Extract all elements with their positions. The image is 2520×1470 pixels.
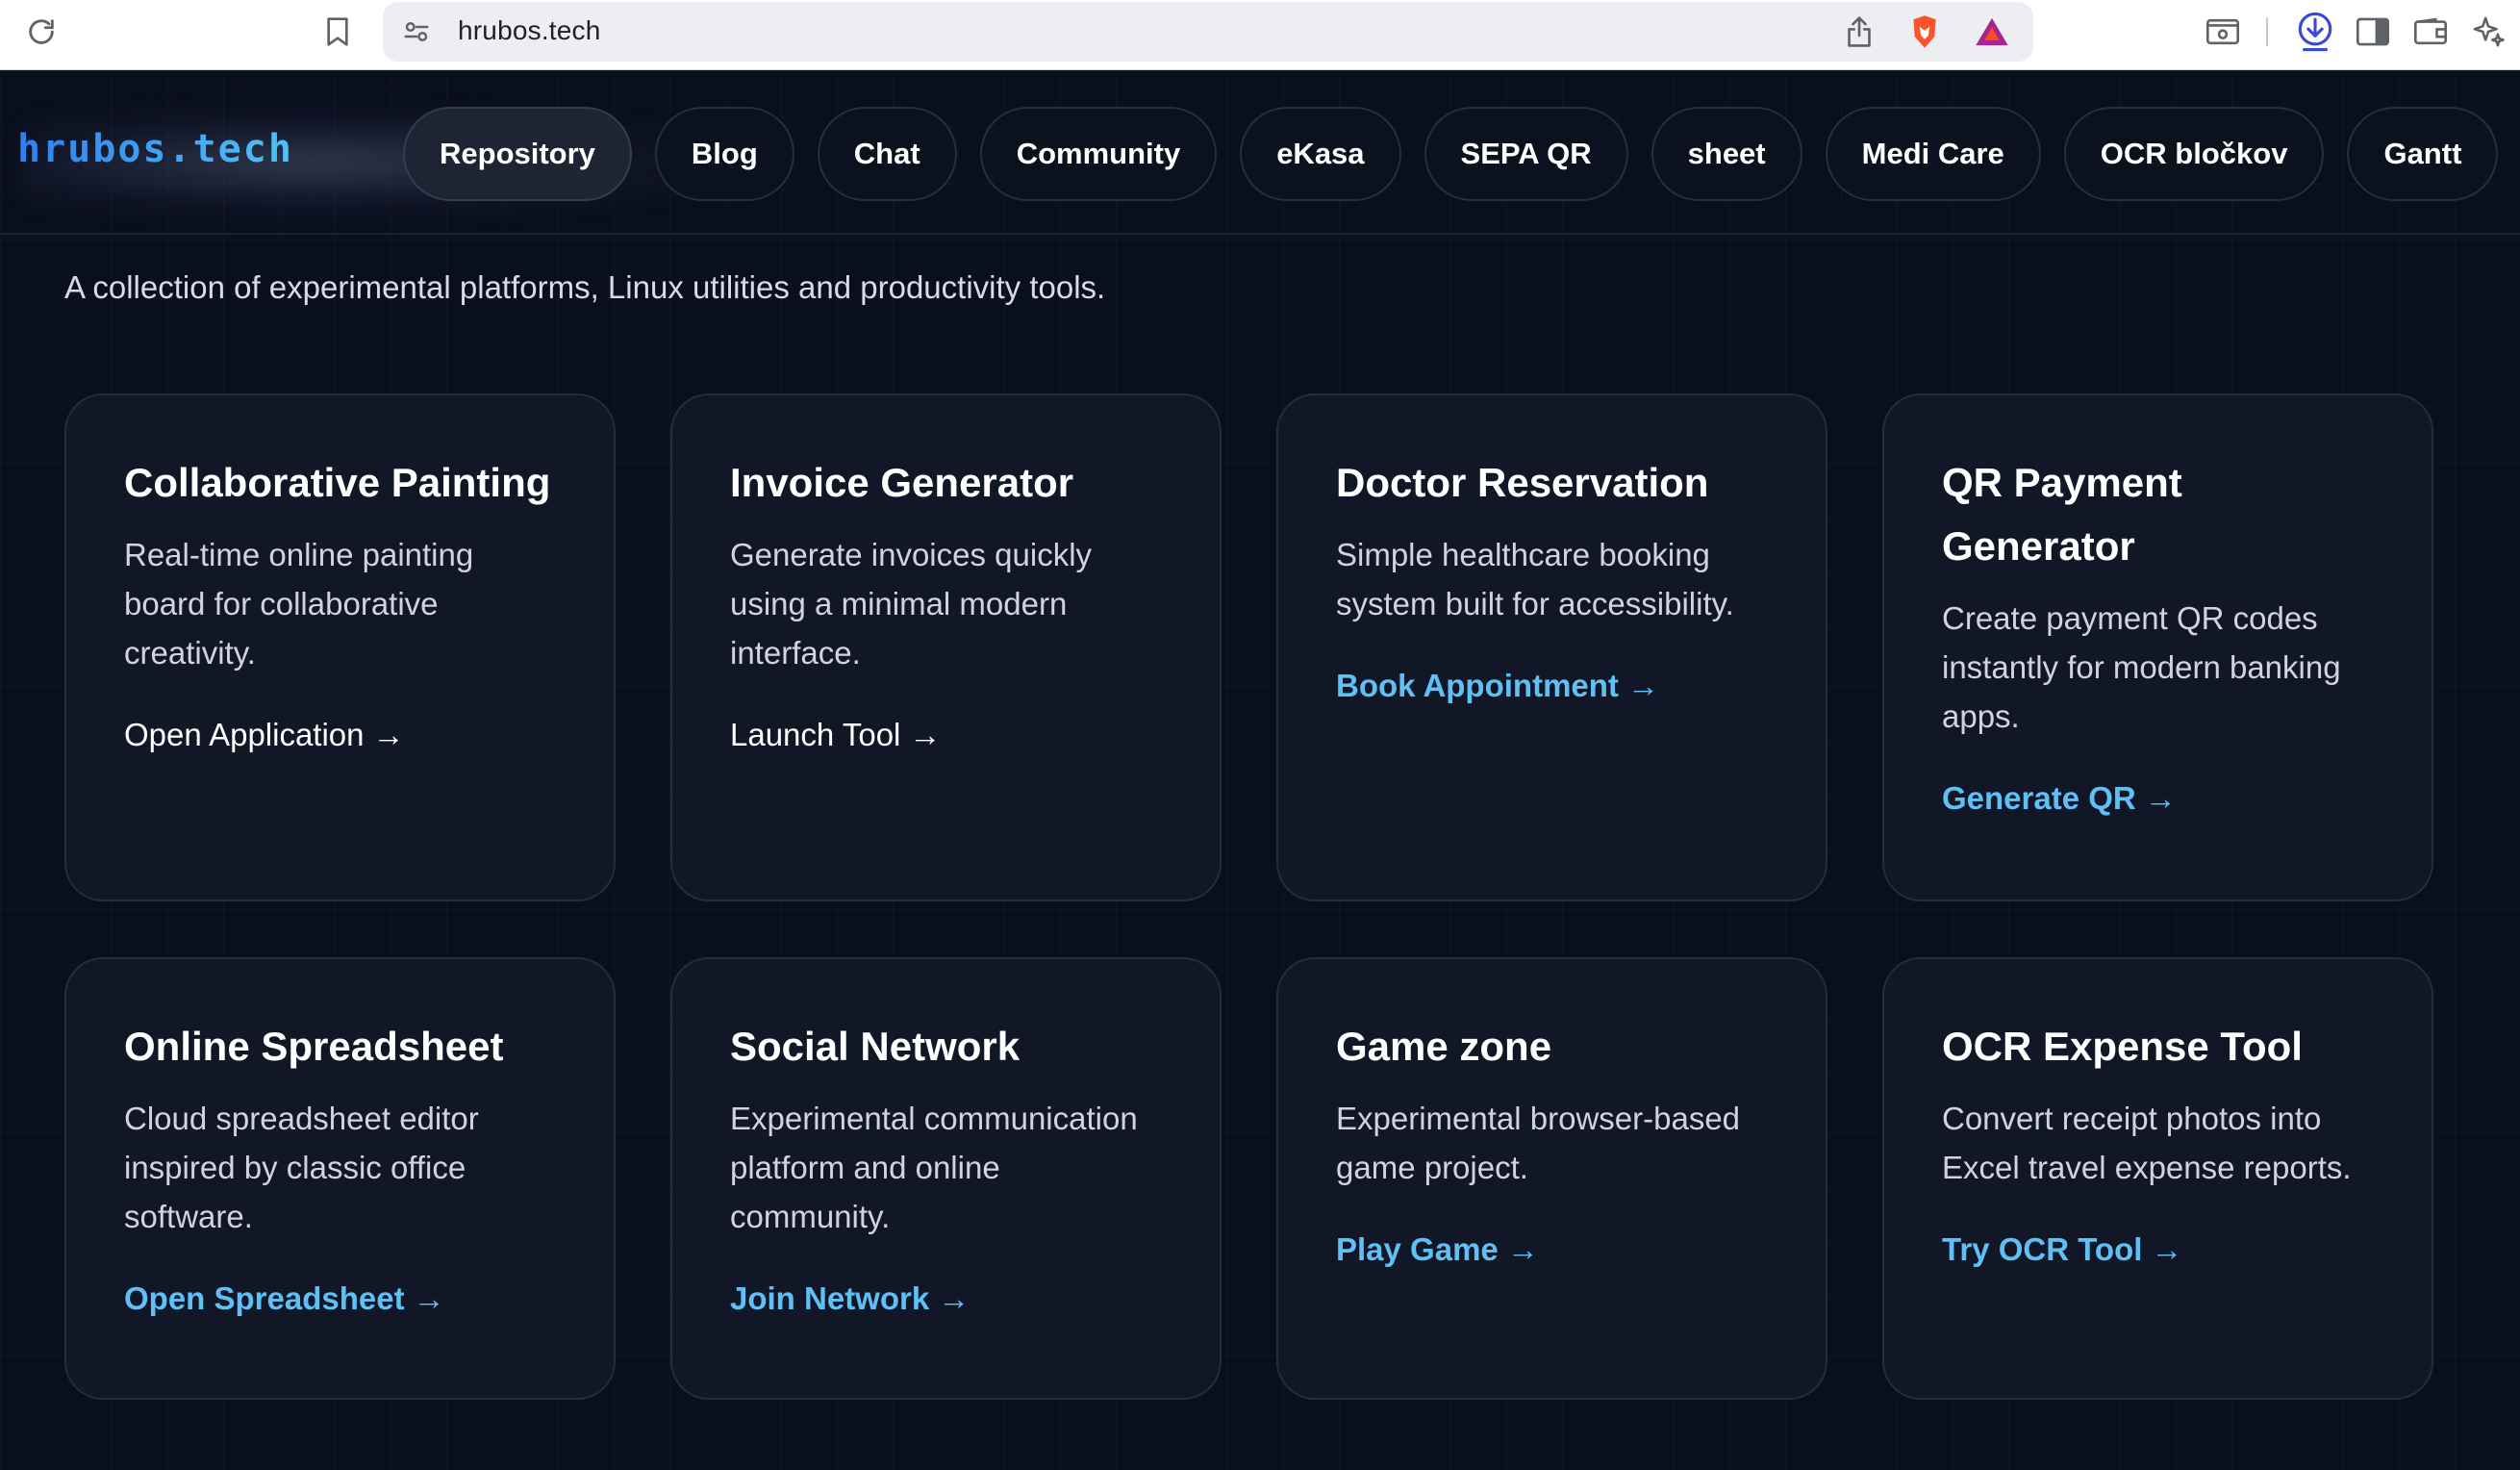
card-doctor-reservation: Doctor Reservation Simple healthcare boo… (1276, 393, 1827, 901)
nav-sheet[interactable]: sheet (1651, 107, 1802, 201)
open-spreadsheet-link[interactable]: Open Spreadsheet → (124, 1278, 445, 1320)
card-description: Create payment QR codes instantly for mo… (1942, 600, 2341, 734)
card-description: Real-time online painting board for coll… (124, 537, 474, 671)
launch-tool-link[interactable]: Launch Tool → (730, 714, 942, 756)
address-bar[interactable]: hrubos.tech (383, 2, 2033, 62)
toolbar-divider (2266, 17, 2268, 46)
brave-rewards-icon[interactable] (1972, 12, 2012, 52)
brave-shield-icon[interactable] (1904, 12, 1945, 52)
nav-medi-care[interactable]: Medi Care (1825, 107, 2041, 201)
card-invoice-generator: Invoice Generator Generate invoices quic… (670, 393, 1222, 901)
screenshot-icon[interactable] (2203, 12, 2243, 52)
book-appointment-link[interactable]: Book Appointment → (1336, 665, 1659, 707)
generate-qr-link[interactable]: Generate QR → (1942, 777, 2177, 820)
card-game-zone: Game zone Experimental browser-based gam… (1276, 957, 1827, 1400)
card-online-spreadsheet: Online Spreadsheet Cloud spreadsheet edi… (64, 957, 616, 1400)
site-info-icon[interactable] (396, 12, 437, 52)
reload-icon[interactable] (21, 12, 62, 52)
main-nav: Repository Blog Chat Community eKasa SEP… (403, 107, 2499, 201)
sidebar-toggle-icon[interactable] (2353, 12, 2393, 52)
tools-grid: Collaborative Painting Real-time online … (64, 393, 2433, 1400)
bookmark-icon[interactable] (317, 12, 358, 52)
nav-repository[interactable]: Repository (403, 107, 632, 201)
try-ocr-tool-link[interactable]: Try OCR Tool → (1942, 1229, 2183, 1271)
card-title: QR Payment Generator (1942, 460, 2182, 569)
card-title: Collaborative Painting (124, 460, 551, 505)
nav-gantt[interactable]: Gantt (2347, 107, 2499, 201)
card-description: Convert receipt photos into Excel travel… (1942, 1101, 2352, 1185)
card-collaborative-painting: Collaborative Painting Real-time online … (64, 393, 616, 901)
card-qr-payment-generator: QR Payment Generator Create payment QR c… (1882, 393, 2433, 901)
card-description: Experimental browser-based game project. (1336, 1101, 1741, 1185)
page: hrubos.tech Repository Blog Chat Communi… (0, 71, 2520, 1470)
play-game-link[interactable]: Play Game → (1336, 1229, 1539, 1271)
card-description: Generate invoices quickly using a minima… (730, 537, 1093, 671)
url-text[interactable]: hrubos.tech (458, 15, 601, 46)
card-title: Online Spreadsheet (124, 1024, 504, 1069)
nav-ocr-blockov[interactable]: OCR bločkov (2063, 107, 2325, 201)
wallet-icon[interactable] (2410, 12, 2451, 52)
download-icon[interactable] (2293, 8, 2337, 56)
card-title: Invoice Generator (730, 460, 1074, 505)
page-tagline: A collection of experimental platforms, … (64, 269, 1106, 305)
card-title: OCR Expense Tool (1942, 1024, 2303, 1069)
card-social-network: Social Network Experimental communicatio… (670, 957, 1222, 1400)
card-title: Social Network (730, 1024, 1021, 1069)
open-application-link[interactable]: Open Application → (124, 714, 405, 756)
browser-toolbar: hrubos.tech (0, 0, 2520, 70)
nav-chat[interactable]: Chat (817, 107, 957, 201)
nav-blog[interactable]: Blog (654, 107, 794, 201)
site-logo[interactable]: hrubos.tech (17, 127, 293, 171)
nav-ekasa[interactable]: eKasa (1240, 107, 1401, 201)
card-ocr-expense-tool: OCR Expense Tool Convert receipt photos … (1882, 957, 2433, 1400)
card-title: Game zone (1336, 1024, 1552, 1069)
nav-sepa-qr[interactable]: SEPA QR (1424, 107, 1628, 201)
share-icon[interactable] (1839, 12, 1879, 52)
nav-community[interactable]: Community (979, 107, 1218, 201)
card-title: Doctor Reservation (1336, 460, 1709, 505)
card-description: Experimental communication platform and … (730, 1101, 1138, 1234)
site-header: hrubos.tech Repository Blog Chat Communi… (0, 71, 2520, 235)
join-network-link[interactable]: Join Network → (730, 1278, 970, 1320)
card-description: Cloud spreadsheet editor inspired by cla… (124, 1101, 479, 1234)
card-description: Simple healthcare booking system built f… (1336, 537, 1734, 621)
leo-ai-icon[interactable] (2468, 12, 2508, 52)
